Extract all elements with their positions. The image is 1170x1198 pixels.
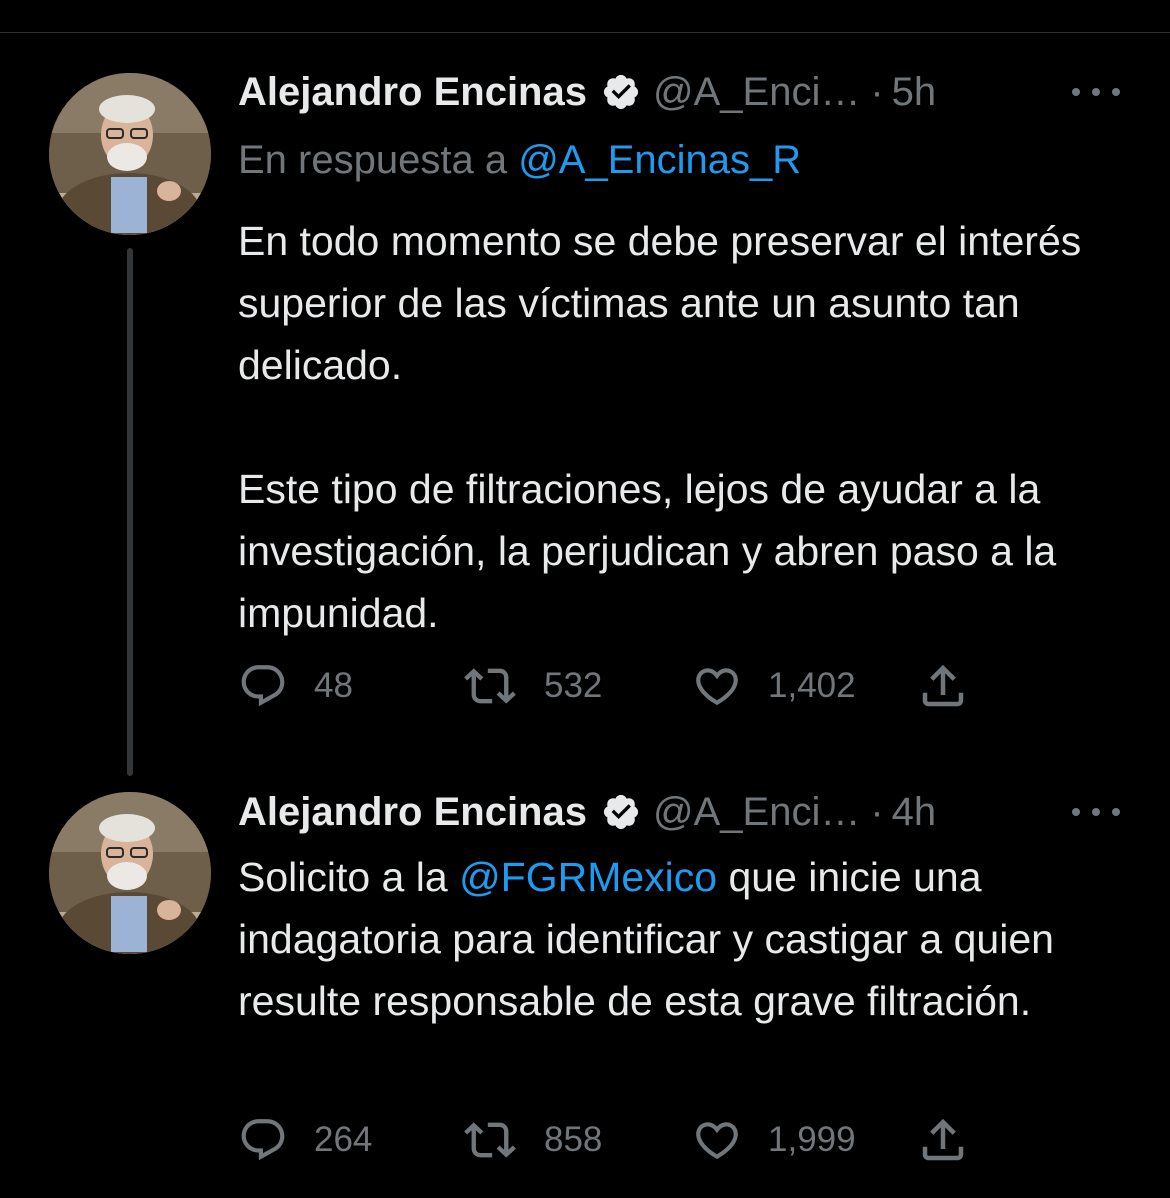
separator-dot: · <box>870 789 884 834</box>
like-button[interactable]: 1,402 <box>692 656 856 716</box>
tweet-actions: 264 858 1,999 <box>238 1110 998 1170</box>
reply-to-prefix: En respuesta a <box>238 138 519 182</box>
reply-to-handle-link[interactable]: @A_Encinas_R <box>518 138 801 182</box>
text-before-mention: Solicito a la <box>238 854 460 900</box>
author-handle[interactable]: @A_Enci… <box>653 70 860 115</box>
tweet-header: Alejandro Encinas @A_Enci… · 4h <box>238 782 936 842</box>
like-count: 1,999 <box>768 1120 856 1159</box>
share-icon <box>922 664 964 707</box>
like-count: 1,402 <box>768 666 856 705</box>
reply-count: 264 <box>314 1120 373 1159</box>
heart-icon <box>696 668 738 706</box>
like-button[interactable]: 1,999 <box>692 1110 856 1170</box>
tweet-text: En todo momento se debe preservar el int… <box>238 210 1138 644</box>
share-button[interactable] <box>916 656 970 716</box>
tweet-paragraph: Este tipo de filtraciones, lejos de ayud… <box>238 466 1057 636</box>
verified-badge-icon <box>601 72 641 112</box>
more-horizontal-icon[interactable] <box>1072 802 1120 822</box>
avatar[interactable] <box>49 792 211 954</box>
reply-button[interactable]: 264 <box>238 1110 372 1170</box>
thread-line <box>127 248 133 776</box>
retweet-icon <box>464 668 516 704</box>
share-icon <box>922 1118 964 1161</box>
retweet-count: 532 <box>544 666 603 705</box>
mention-link[interactable]: @FGRMexico <box>459 854 717 900</box>
reply-button[interactable]: 48 <box>238 656 353 716</box>
author-name[interactable]: Alejandro Encinas <box>238 70 587 115</box>
top-divider <box>0 32 1170 33</box>
tweet-header: Alejandro Encinas @A_Enci… · 5h <box>238 62 936 122</box>
share-button[interactable] <box>916 1110 970 1170</box>
author-name[interactable]: Alejandro Encinas <box>238 790 587 835</box>
retweet-count: 858 <box>544 1120 603 1159</box>
retweet-icon <box>464 1122 516 1158</box>
tweet-paragraph: Solicito a la @FGRMexico que inicie una … <box>238 846 1138 1032</box>
reply-bubble-icon <box>241 1119 285 1161</box>
retweet-button[interactable]: 532 <box>464 656 602 716</box>
tweet-text: Solicito a la @FGRMexico que inicie una … <box>238 846 1138 1032</box>
separator-dot: · <box>870 69 884 114</box>
heart-icon <box>696 1122 738 1160</box>
retweet-button[interactable]: 858 <box>464 1110 602 1170</box>
reply-bubble-icon <box>241 665 285 707</box>
verified-badge-icon <box>601 792 641 832</box>
reply-count: 48 <box>314 666 353 705</box>
author-handle[interactable]: @A_Enci… <box>653 790 860 835</box>
timestamp[interactable]: 4h <box>892 790 937 835</box>
more-horizontal-icon[interactable] <box>1072 82 1120 102</box>
tweet-paragraph: En todo momento se debe preservar el int… <box>238 218 1082 388</box>
reply-context: En respuesta a @A_Encinas_R <box>238 138 801 183</box>
timestamp[interactable]: 5h <box>892 70 937 115</box>
avatar[interactable] <box>49 73 211 235</box>
tweet-actions: 48 532 1,402 <box>238 656 998 716</box>
